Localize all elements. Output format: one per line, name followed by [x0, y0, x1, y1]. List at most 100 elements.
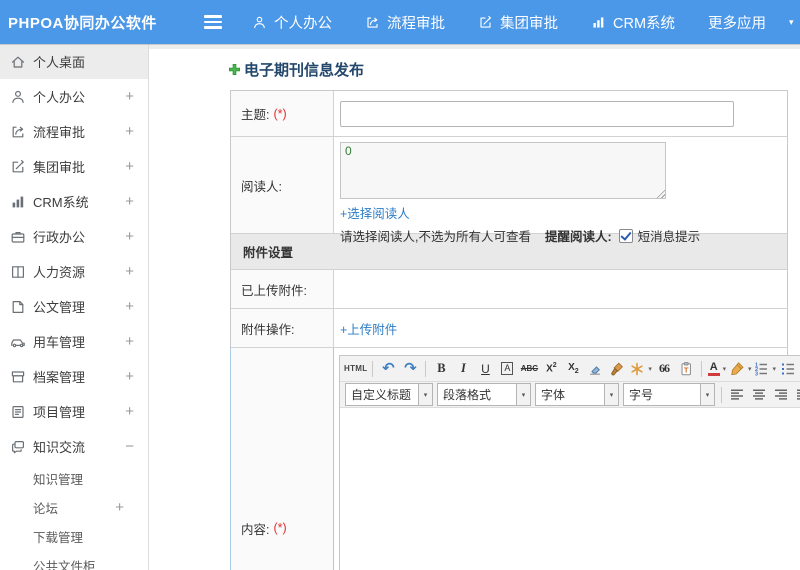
subscript-icon[interactable]: X2	[563, 358, 583, 379]
hamburger-menu-icon[interactable]	[204, 15, 222, 29]
sidebar-item-personal-office[interactable]: 个人办公 +	[0, 79, 148, 114]
sidebar-item-group-approval[interactable]: 集团审批 +	[0, 149, 148, 184]
sms-checkbox[interactable]	[618, 228, 633, 243]
align-right-icon[interactable]	[771, 384, 791, 405]
align-left-icon[interactable]	[727, 384, 747, 405]
custom-title-select[interactable]: 自定义标题 ▾	[345, 383, 433, 406]
select-readers-link[interactable]: +选择阅读人	[340, 207, 410, 221]
rich-text-editor: HTML ↶ ↷ B I U A ABC X2 X2 ▾ 66 T A ▾ ▾ 1 2 3 ▾ 自定义标题 ▾ 段落格式 ▾…	[339, 355, 800, 570]
expand-plus-icon[interactable]: +	[125, 193, 134, 210]
sidebar-item-forum[interactable]: 论坛 +	[0, 493, 148, 522]
strikethrough-icon[interactable]: ABC	[519, 358, 539, 379]
ordered-list-icon[interactable]: 1 2 3 ▾	[753, 358, 776, 379]
sms-label: 短消息提示	[637, 230, 701, 244]
sidebar-item-admin-office[interactable]: 行政办公 +	[0, 219, 148, 254]
expand-plus-icon[interactable]: +	[125, 368, 134, 385]
toolbar-separator	[721, 386, 722, 403]
chart-icon	[591, 15, 606, 30]
font-family-select[interactable]: 字体 ▾	[535, 383, 619, 406]
expand-plus-icon[interactable]: +	[125, 403, 134, 420]
editor-toolbar-row1: HTML ↶ ↷ B I U A ABC X2 X2 ▾ 66 T A ▾ ▾ 1 2 3 ▾	[340, 356, 800, 382]
expand-plus-icon[interactable]: +	[125, 123, 134, 140]
publish-form: 主题: (*) 阅读人: 0 +选择阅读人 请选择阅读人,不选为所有人可查看 提…	[230, 90, 800, 570]
sidebar-item-document-management[interactable]: 公文管理 +	[0, 289, 148, 324]
subject-label: 主题:	[241, 108, 270, 122]
nav-item-group-approval[interactable]: 集团审批	[478, 12, 558, 33]
highlight-color-icon[interactable]: ▾	[729, 358, 751, 379]
expand-plus-icon[interactable]: +	[125, 333, 134, 350]
font-color-icon[interactable]: A ▾	[707, 358, 727, 379]
sidebar-item-public-file-cabinet[interactable]: 公共文件柜	[0, 551, 148, 570]
sidebar-item-vehicle-management[interactable]: 用车管理 +	[0, 324, 148, 359]
expand-plus-icon[interactable]: +	[125, 158, 134, 175]
char-border-icon[interactable]: A	[497, 358, 517, 379]
person-icon	[252, 15, 267, 30]
sidebar-item-archive-management[interactable]: 档案管理 +	[0, 359, 148, 394]
sidebar-item-knowledge-exchange[interactable]: 知识交流 −	[0, 429, 148, 464]
nav-item-more-apps[interactable]: 更多应用 ▾	[708, 12, 794, 33]
doc-icon	[10, 299, 33, 315]
chat-icon	[10, 439, 33, 455]
chevron-down-icon: ▾	[789, 16, 794, 27]
paste-text-icon[interactable]: T	[676, 358, 696, 379]
archive-icon	[10, 369, 33, 385]
book-icon	[10, 264, 33, 280]
page-title: 电子期刊信息发布	[228, 59, 364, 80]
expand-plus-icon[interactable]: +	[125, 88, 134, 105]
chart-icon	[10, 194, 33, 210]
groupedit-icon	[478, 15, 493, 30]
nav-item-personal-office[interactable]: 个人办公	[252, 12, 332, 33]
undo-icon[interactable]: ↶	[378, 358, 398, 379]
subject-row: 主题: (*)	[231, 91, 787, 137]
sidebar-item-crm-system[interactable]: CRM系统 +	[0, 184, 148, 219]
underline-icon[interactable]: U	[475, 358, 495, 379]
source-button[interactable]: HTML	[344, 358, 367, 379]
svg-text:T: T	[684, 365, 689, 374]
sidebar-item-human-resources[interactable]: 人力资源 +	[0, 254, 148, 289]
expand-plus-icon[interactable]: +	[125, 298, 134, 315]
readers-label: 阅读人:	[241, 179, 282, 194]
font-size-select[interactable]: 字号 ▾	[623, 383, 715, 406]
expand-plus-icon[interactable]: +	[125, 228, 134, 245]
sidebar-item-download-management[interactable]: 下载管理	[0, 522, 148, 551]
chevron-down-icon: ▾	[772, 365, 776, 373]
sidebar-item-project-management[interactable]: 项目管理 +	[0, 394, 148, 429]
required-mark: (*)	[273, 521, 287, 535]
redo-icon[interactable]: ↷	[400, 358, 420, 379]
bold-icon[interactable]: B	[431, 358, 451, 379]
collapse-minus-icon[interactable]: −	[125, 438, 134, 455]
italic-icon[interactable]: I	[453, 358, 473, 379]
sidebar-item-knowledge-management[interactable]: 知识管理	[0, 464, 148, 493]
upload-attachment-link[interactable]: +上传附件	[340, 319, 397, 338]
content-label: 内容:	[241, 522, 270, 537]
resize-grip-icon[interactable]	[656, 189, 665, 198]
app-logo: PHPOA协同办公软件	[8, 14, 157, 32]
readers-textarea[interactable]: 0	[340, 142, 666, 199]
subject-input[interactable]	[340, 100, 734, 127]
expand-plus-icon[interactable]: +	[115, 499, 124, 516]
auto-typeset-icon[interactable]: ▾	[629, 358, 652, 379]
blockquote-icon[interactable]: 66	[654, 358, 674, 379]
uploaded-label: 已上传附件:	[241, 283, 307, 298]
attachment-op-label: 附件操作:	[241, 322, 295, 337]
svg-text:3: 3	[755, 371, 758, 377]
remove-format-icon[interactable]	[585, 358, 605, 379]
nav-item-crm-system[interactable]: CRM系统	[591, 12, 675, 33]
nav-item-workflow-approval[interactable]: 流程审批	[365, 12, 445, 33]
header-nav: 个人办公 流程审批 集团审批 CRM系统 更多应用 ▾	[252, 12, 794, 33]
superscript-icon[interactable]: X2	[541, 358, 561, 379]
uploaded-value	[334, 270, 787, 308]
sidebar-item-workflow-approval[interactable]: 流程审批 +	[0, 114, 148, 149]
unordered-list-icon[interactable]	[778, 358, 798, 379]
align-center-icon[interactable]	[749, 384, 769, 405]
expand-plus-icon[interactable]: +	[125, 263, 134, 280]
format-painter-icon[interactable]	[607, 358, 627, 379]
chevron-down-icon: ▾	[516, 384, 530, 405]
editor-toolbar-row2: 自定义标题 ▾ 段落格式 ▾ 字体 ▾ 字号 ▾	[340, 382, 800, 408]
paragraph-select[interactable]: 段落格式 ▾	[437, 383, 531, 406]
toolbar-separator	[425, 360, 427, 377]
sidebar-item-personal-desktop[interactable]: 个人桌面	[0, 44, 148, 79]
workflow-icon	[365, 15, 380, 30]
align-justify-icon[interactable]	[793, 384, 800, 405]
editor-content[interactable]	[340, 408, 800, 570]
